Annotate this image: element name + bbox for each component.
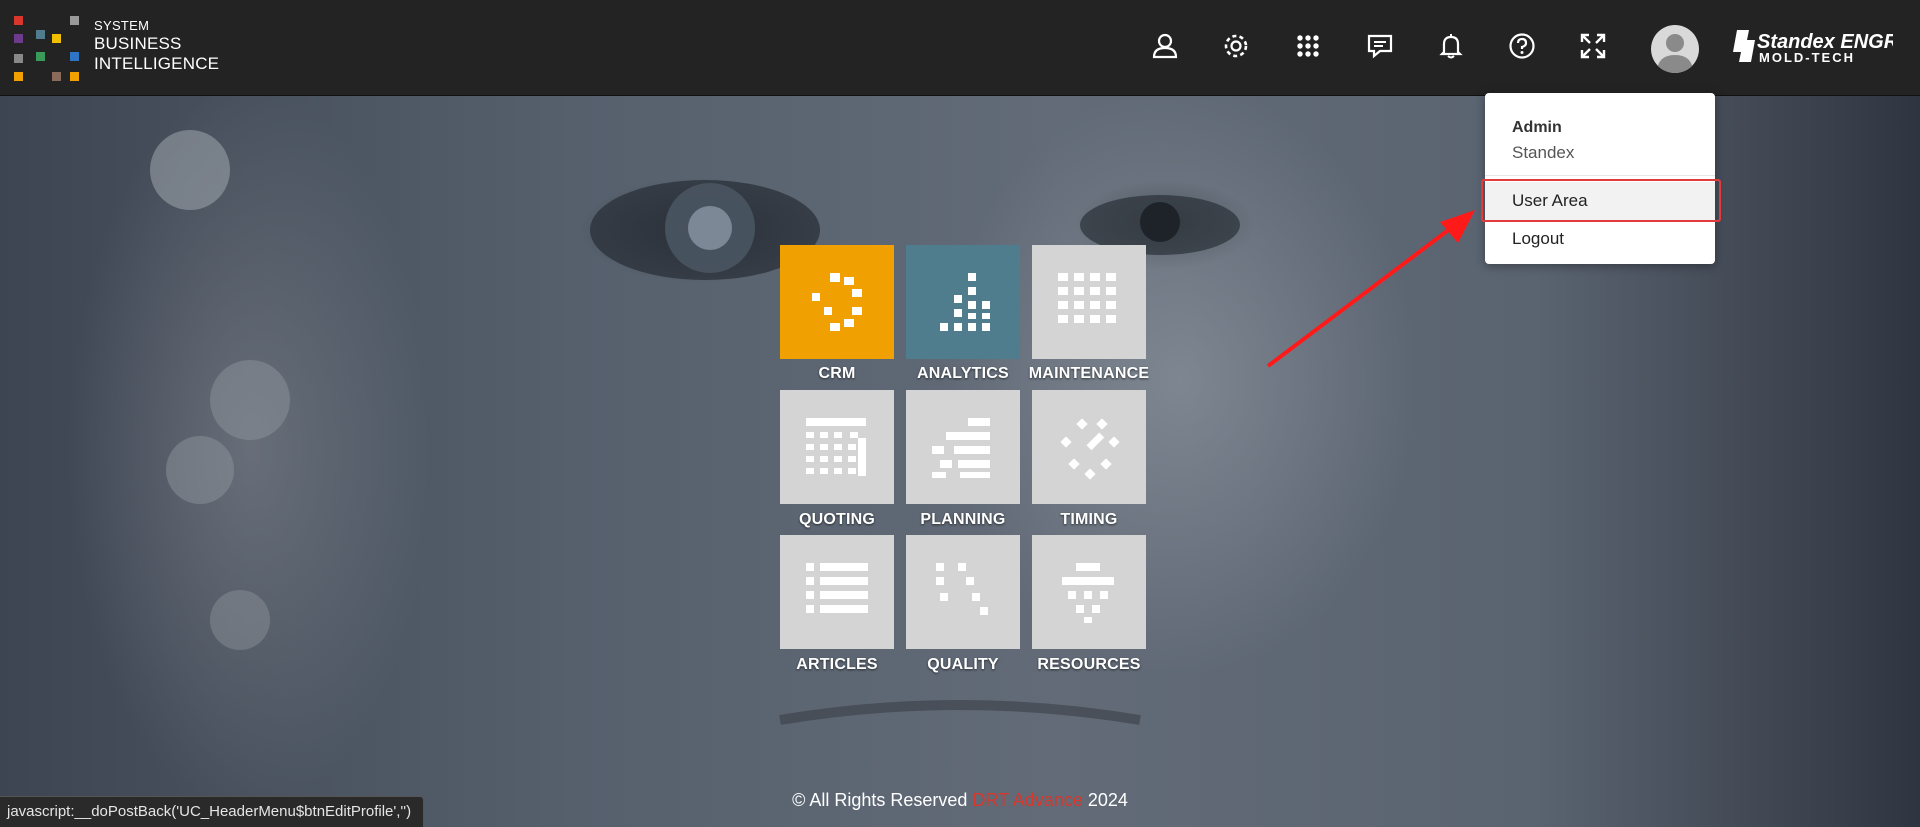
quality-icon [936,563,988,615]
top-header: SYSTEM BUSINESS INTELLIGENCE Standex ENG… [0,0,1920,96]
module-analytics-label[interactable]: ANALYTICS [900,365,1026,383]
browser-status-bar: javascript:__doPostBack('UC_HeaderMenu$b… [0,796,425,827]
module-quality-tile[interactable] [906,535,1020,649]
module-quality-label[interactable]: QUALITY [900,656,1026,674]
analytics-icon [940,273,990,331]
brand-line2: INTELLIGENCE [94,54,220,73]
module-resources-tile[interactable] [1032,535,1146,649]
module-quoting-label[interactable]: QUOTING [774,511,900,529]
gear-icon[interactable] [1216,26,1256,66]
module-crm-tile[interactable] [780,245,894,359]
dropdown-user-name: Admin [1512,119,1562,136]
module-quoting-tile[interactable] [780,390,894,504]
dropdown-divider [1485,175,1715,176]
standex-logo-line2: MOLD-TECH [1759,50,1855,65]
module-planning-tile[interactable] [906,390,1020,504]
bi-logo-icon[interactable] [14,16,84,82]
resources-icon [1062,563,1114,623]
footer-year: 2024 [1087,790,1128,810]
module-maintenance-tile[interactable] [1032,245,1146,359]
brand-title[interactable]: SYSTEM BUSINESS INTELLIGENCE [94,18,219,74]
brand-line1: BUSINESS [94,34,182,53]
module-articles-label[interactable]: ARTICLES [774,656,900,674]
user-avatar[interactable] [1651,25,1699,73]
module-maintenance-label[interactable]: MAINTENANCE [1026,365,1152,383]
dropdown-user-company: Standex [1512,143,1575,162]
standex-logo[interactable]: Standex ENGRAVING MOLD-TECH [1733,26,1920,66]
chat-icon[interactable] [1360,26,1400,66]
user-icon[interactable] [1145,26,1185,66]
footer-prefix: © All Rights Reserved [792,790,968,810]
quoting-icon [806,418,866,476]
module-planning-label[interactable]: PLANNING [900,511,1026,529]
menu-item-logout[interactable]: Logout [1485,220,1715,258]
apps-grid-icon[interactable] [1288,26,1328,66]
crm-icon [812,273,862,331]
fullscreen-icon[interactable] [1573,26,1613,66]
module-resources-label[interactable]: RESOURCES [1026,656,1152,674]
user-area-highlight-box [1481,179,1721,222]
help-icon[interactable] [1502,26,1542,66]
articles-icon [806,563,868,613]
maintenance-icon [1058,273,1116,323]
planning-icon [932,418,990,478]
module-timing-label[interactable]: TIMING [1026,511,1152,529]
module-timing-tile[interactable] [1032,390,1146,504]
timing-icon [1060,418,1120,480]
module-articles-tile[interactable] [780,535,894,649]
module-crm-label[interactable]: CRM [774,365,900,383]
module-analytics-tile[interactable] [906,245,1020,359]
footer-brand-link[interactable]: DRT Advance [972,790,1082,810]
bell-icon[interactable] [1431,26,1471,66]
brand-small-label: SYSTEM [94,18,150,33]
